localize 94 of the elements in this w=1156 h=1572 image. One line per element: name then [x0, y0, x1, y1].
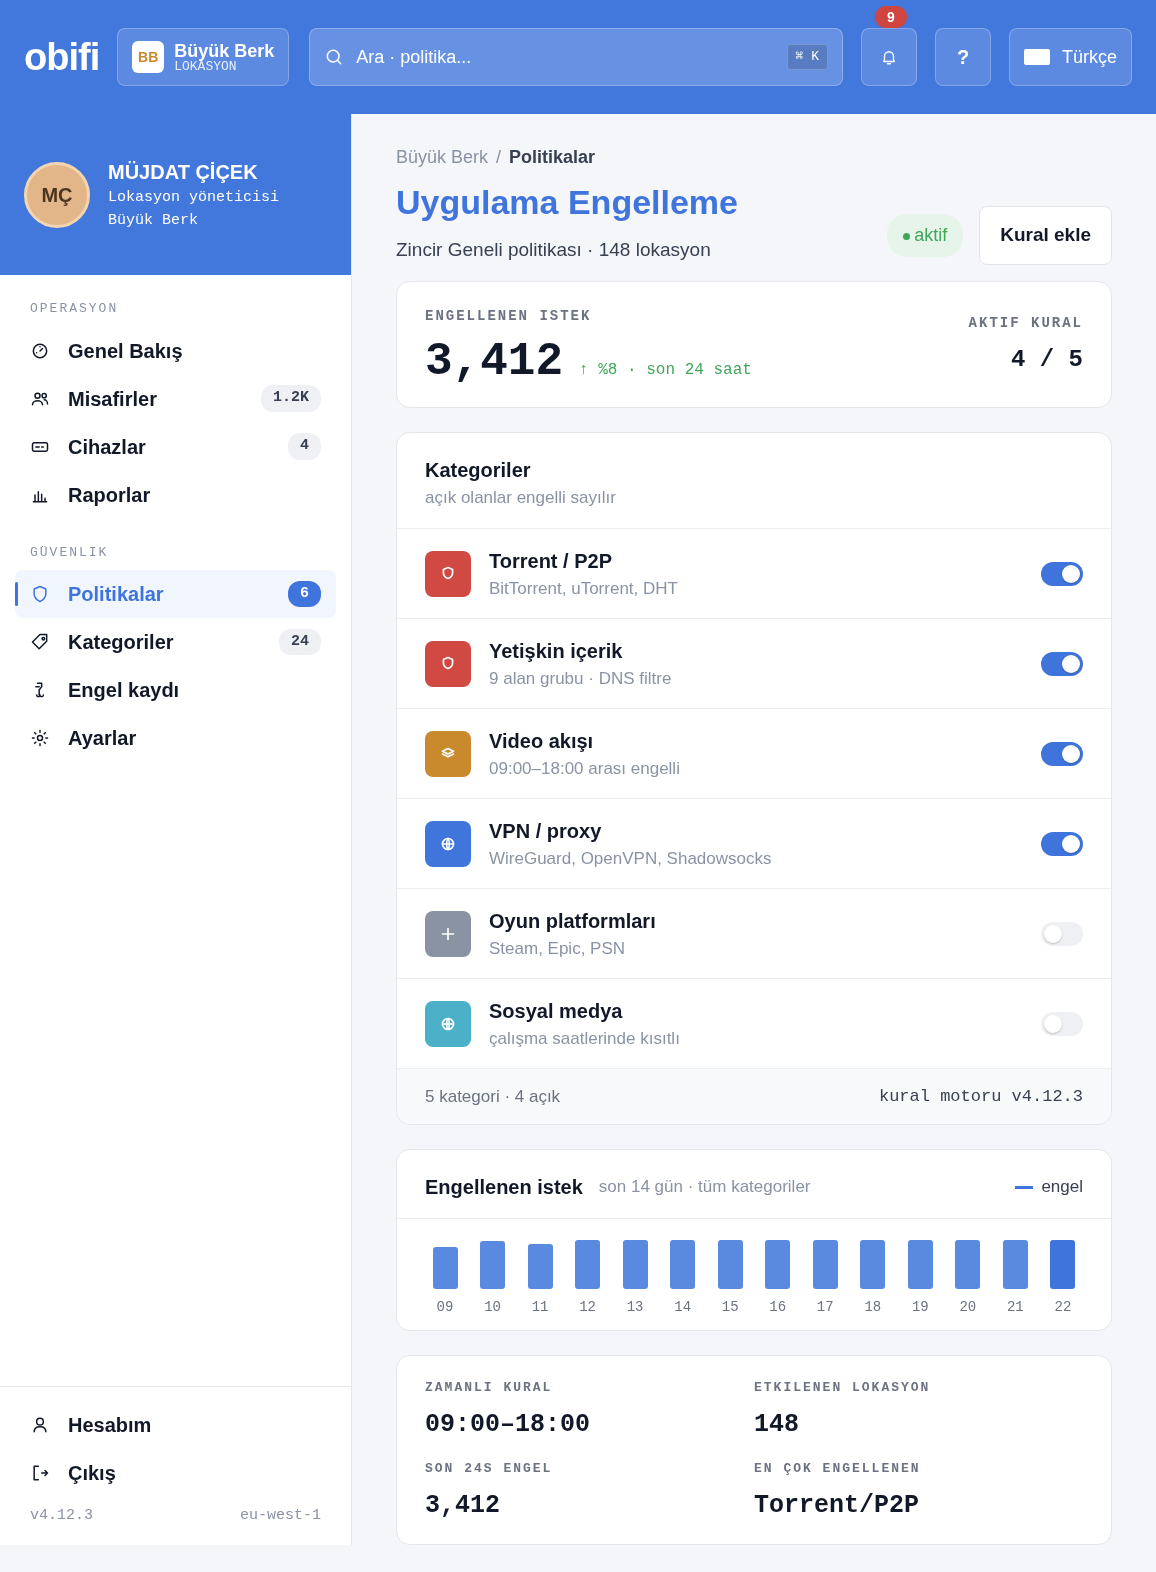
- sidebar-item[interactable]: Ayarlar: [15, 714, 336, 762]
- category-detail: Steam, Epic, PSN: [489, 937, 627, 960]
- notification-count: 9: [875, 6, 907, 28]
- fact-value: 3,412: [425, 1489, 501, 1522]
- category-name: Oyun platformları: [489, 908, 657, 934]
- breadcrumb-current: Politikalar: [509, 146, 596, 169]
- axis-label: 11: [531, 1298, 549, 1317]
- footer-text: 5 kategori · 4 açık: [425, 1085, 561, 1108]
- sidebar-item[interactable]: Hesabım: [15, 1400, 336, 1449]
- status-dot: [903, 232, 911, 240]
- user-name: MÜJDAT ÇİÇEK: [108, 160, 259, 185]
- stat-value: 4 / 5: [1010, 344, 1083, 375]
- flag-icon: [1024, 49, 1050, 65]
- location-name: Büyük Berk: [174, 41, 275, 60]
- category-name: VPN / proxy: [489, 818, 603, 844]
- sidebar-item[interactable]: Genel Bakış: [15, 326, 336, 375]
- status-badge: aktif: [887, 213, 964, 257]
- page-subtitle: Zincir Geneli politikası · 148 lokasyon: [396, 238, 712, 262]
- search-field[interactable]: Ara · politika... ⌘ K: [309, 28, 843, 86]
- fact-label: EN ÇOK ENGELLENEN: [754, 1460, 922, 1478]
- add-rule-button[interactable]: Kural ekle: [979, 206, 1112, 265]
- logo: obifi: [24, 34, 100, 80]
- trend-text: ↑ %8 · son 24 saat: [579, 359, 752, 381]
- axis-label: 10: [484, 1298, 501, 1317]
- sidebar-item[interactable]: Cihazlar 4: [15, 422, 336, 471]
- fact-value: Torrent/P2P: [754, 1489, 921, 1522]
- fact-label: ETKILENEN LOKASYON: [754, 1379, 932, 1397]
- axis-label: 20: [959, 1298, 977, 1317]
- location-initials: BB: [132, 41, 165, 73]
- sidebar-item[interactable]: Misafirler 1.2K: [15, 374, 336, 423]
- card-title: Kategoriler: [425, 457, 532, 483]
- settings-icon: [30, 728, 50, 748]
- page-title: Uygulama Engelleme: [396, 182, 738, 223]
- stat-value: 3,412: [425, 338, 564, 385]
- category-name: Video akışı: [489, 728, 595, 754]
- axis-label: 13: [626, 1298, 644, 1317]
- count-badge: 24: [279, 628, 321, 656]
- bell-icon: [880, 48, 898, 66]
- search-input[interactable]: Ara · politika...: [354, 42, 777, 72]
- category-name: Sosyal medya: [489, 998, 624, 1024]
- axis-label: 22: [1054, 1298, 1072, 1317]
- sidebar-item[interactable]: Kategoriler 24: [15, 618, 336, 666]
- fact-value: 09:00–18:00: [425, 1408, 592, 1441]
- axis-label: 19: [911, 1298, 929, 1317]
- section-title: OPERASYON: [29, 300, 120, 318]
- count-badge: 6: [288, 580, 321, 608]
- section-title: GÜVENLIK: [29, 543, 110, 562]
- axis-label: 18: [864, 1298, 882, 1317]
- toggle-switch[interactable]: [1041, 561, 1083, 586]
- toggle-switch[interactable]: [1041, 651, 1083, 676]
- fact-label: SON 24S ENGEL: [425, 1460, 554, 1478]
- engine-version: kural motoru v4.12.3: [878, 1085, 1083, 1108]
- card-subtitle: açık olanlar engelli sayılır: [425, 486, 617, 509]
- sidebar-item[interactable]: Çıkış: [15, 1448, 336, 1497]
- sidebar-item[interactable]: Engel kaydı: [15, 666, 336, 714]
- category-name: Yetişkin içerik: [489, 638, 624, 664]
- toggle-switch[interactable]: [1041, 1011, 1083, 1036]
- fact-label: ZAMANLI KURAL: [425, 1379, 554, 1397]
- toggle-switch[interactable]: [1041, 921, 1083, 946]
- shortcut-hint: ⌘ K: [786, 44, 828, 70]
- avatar: MÇ: [24, 161, 90, 228]
- category-detail: 09:00–18:00 arası engelli: [489, 757, 681, 780]
- chart-subtitle: son 14 gün · tüm kategoriler: [598, 1176, 811, 1199]
- legend-label: engel: [1041, 1176, 1083, 1199]
- fact-value: 148: [754, 1408, 800, 1441]
- toggle-switch[interactable]: [1041, 741, 1083, 766]
- category-detail: WireGuard, OpenVPN, Shadowsocks: [489, 847, 773, 870]
- shield-icon: [30, 584, 50, 604]
- stat-label: AKTIF KURAL: [968, 313, 1083, 333]
- user-location: Büyük Berk: [108, 210, 199, 231]
- stat-label: ENGELLENEN ISTEK: [425, 306, 593, 326]
- axis-label: 15: [721, 1298, 739, 1317]
- category-name: Torrent / P2P: [489, 548, 613, 574]
- count-badge: 1.2K: [261, 385, 321, 412]
- user-role: Lokasyon yöneticisi: [108, 188, 280, 208]
- category-detail: BitTorrent, uTorrent, DHT: [489, 577, 679, 600]
- category-detail: çalışma saatlerinde kısıtlı: [489, 1027, 681, 1050]
- chart-title: Engellenen istek: [425, 1175, 583, 1200]
- axis-label: 09: [436, 1298, 454, 1317]
- version-text: v4.12.3: [30, 1505, 93, 1526]
- sidebar-item[interactable]: Raporlar: [15, 470, 336, 519]
- axis-label: 16: [769, 1298, 787, 1317]
- category-detail: 9 alan grubu · DNS filtre: [489, 667, 673, 690]
- count-badge: 4: [288, 433, 321, 460]
- sidebar-item[interactable]: Politikalar 6: [15, 570, 336, 618]
- breadcrumb-separator: /: [496, 146, 502, 169]
- region-text: eu-west-1: [240, 1505, 321, 1526]
- axis-label: 14: [674, 1298, 692, 1317]
- axis-label: 21: [1006, 1298, 1024, 1317]
- axis-label: 17: [816, 1298, 834, 1317]
- toggle-switch[interactable]: [1041, 831, 1083, 856]
- legend-swatch: [1015, 1185, 1034, 1189]
- tag-icon: [30, 632, 50, 652]
- axis-label: 12: [579, 1298, 596, 1317]
